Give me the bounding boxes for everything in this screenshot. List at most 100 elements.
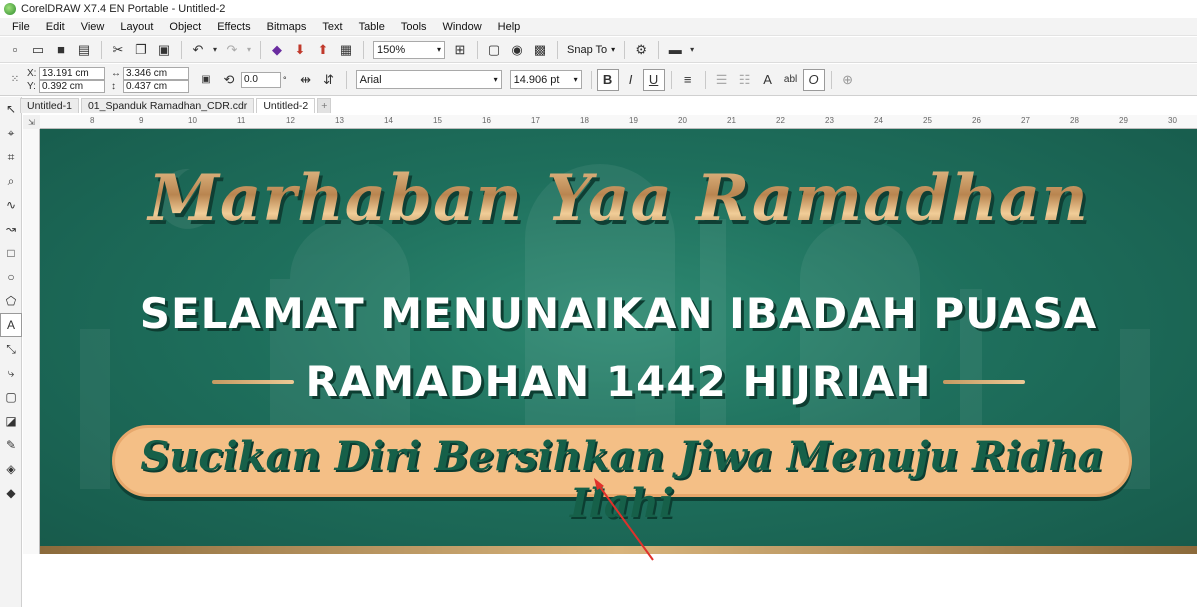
save-icon[interactable]: ■ — [50, 39, 72, 61]
drop-cap-icon[interactable]: ☷ — [734, 69, 756, 91]
drawing-canvas[interactable]: Marhaban Yaa Ramadhan Marhaban Yaa Ramad… — [40, 129, 1197, 554]
zoom-fit-icon[interactable]: ⊞ — [449, 39, 471, 61]
font-family-select[interactable]: Arial ▾ — [355, 70, 502, 89]
tab-spanduk-ramadhan[interactable]: 01_Spanduk Ramadhan_CDR.cdr — [80, 98, 255, 113]
menu-tools[interactable]: Tools — [393, 21, 435, 33]
banner-year-line[interactable]: RAMADHAN 1442 HIJRIAH — [306, 357, 932, 406]
snap-to-label: Snap To — [567, 43, 608, 56]
rectangle-tool-icon[interactable]: □ — [0, 241, 22, 265]
menu-effects[interactable]: Effects — [209, 21, 258, 33]
redo-icon[interactable]: ↷ — [221, 39, 243, 61]
ellipse-tool-icon[interactable]: ○ — [0, 265, 22, 289]
transparency-icon[interactable]: ◪ — [0, 409, 22, 433]
undo-icon[interactable]: ↶ — [187, 39, 209, 61]
publish-icon[interactable]: ▦ — [335, 39, 357, 61]
cut-icon[interactable]: ✂ — [107, 39, 129, 61]
text-properties-icon[interactable]: A — [757, 69, 779, 91]
menu-bitmaps[interactable]: Bitmaps — [259, 21, 315, 33]
search-content-icon[interactable]: ◆ — [266, 39, 288, 61]
artistic-media-icon[interactable]: ↝ — [0, 217, 22, 241]
tab-untitled-1[interactable]: Untitled-1 — [20, 98, 79, 113]
copy-icon[interactable]: ❐ — [130, 39, 152, 61]
italic-icon[interactable]: I — [620, 69, 642, 91]
zoom-level-select[interactable]: 150% ▾ — [373, 40, 445, 59]
shape-tool-icon[interactable]: ⌖ — [0, 121, 22, 145]
menu-file[interactable]: File — [4, 21, 38, 33]
text-tool-icon[interactable]: A — [0, 313, 22, 337]
menu-text[interactable]: Text — [314, 21, 350, 33]
toolbar-divider — [477, 40, 478, 59]
bullet-list-icon[interactable]: ☰ — [711, 69, 733, 91]
new-icon[interactable]: ▫ — [4, 39, 26, 61]
left-gold-rule — [211, 379, 294, 384]
text-align-icon[interactable]: ≡ — [677, 69, 699, 91]
ruler-tick-label: 8 — [90, 116, 95, 125]
banner-greeting-line[interactable]: SELAMAT MENUNAIKAN IBADAH PUASA — [40, 289, 1197, 338]
ruler-tick-label: 13 — [335, 116, 344, 125]
tab-untitled-2[interactable]: Untitled-2 — [256, 98, 316, 113]
vertical-ruler[interactable] — [23, 129, 40, 554]
y-label: Y: — [27, 80, 36, 92]
polygon-tool-icon[interactable]: ⬠ — [0, 289, 22, 313]
object-origin-icon[interactable]: ⁙ — [4, 69, 26, 91]
window-title: CorelDRAW X7.4 EN Portable - Untitled-2 — [21, 3, 226, 15]
toolbar-divider — [590, 70, 592, 89]
options-icon[interactable]: ⚙ — [630, 39, 652, 61]
open-icon[interactable]: ▭ — [27, 39, 49, 61]
ruler-tick-label: 14 — [384, 116, 393, 125]
mirror-horizontal-icon[interactable]: ⇹ — [295, 69, 317, 91]
menu-view[interactable]: View — [73, 21, 113, 33]
full-screen-icon[interactable]: ▢ — [483, 39, 505, 61]
width-input[interactable]: 3.346 cm — [123, 66, 189, 80]
x-position-input[interactable]: 13.191 cm — [39, 66, 105, 80]
eyedropper-icon[interactable]: ✎ — [0, 433, 22, 457]
title-bar: CorelDRAW X7.4 EN Portable - Untitled-2 — [0, 0, 1197, 18]
add-tab-icon[interactable]: + — [317, 98, 332, 113]
drop-shadow-icon[interactable]: ▢ — [0, 385, 22, 409]
menu-help[interactable]: Help — [490, 21, 529, 33]
lock-ratio-icon[interactable]: ▣ — [195, 69, 217, 91]
parallel-dimension-icon[interactable]: ⤡ — [0, 337, 22, 361]
export-icon[interactable]: ⬆ — [312, 39, 334, 61]
menu-object[interactable]: Object — [161, 21, 209, 33]
toolbar-divider — [260, 40, 261, 59]
banner-headline[interactable]: Marhaban Yaa Ramadhan — [40, 161, 1197, 236]
rulers-icon[interactable]: ◉ — [506, 39, 528, 61]
bold-icon[interactable]: B — [596, 68, 619, 91]
interactive-fill-icon[interactable]: ◈ — [0, 457, 22, 481]
smart-fill-icon[interactable]: ◆ — [0, 481, 22, 505]
print-icon[interactable]: ▤ — [73, 39, 95, 61]
ruler-origin-icon[interactable]: ⇲ — [23, 115, 40, 129]
redo-dropdown-icon[interactable]: ▾ — [244, 39, 254, 61]
mirror-vertical-icon[interactable]: ⇵ — [318, 69, 340, 91]
ruler-tick-label: 26 — [972, 116, 981, 125]
undo-dropdown-icon[interactable]: ▾ — [210, 39, 220, 61]
rotation-angle-input[interactable]: 0.0 — [241, 71, 281, 88]
menu-layout[interactable]: Layout — [112, 21, 161, 33]
horizontal-ruler[interactable]: 8 9 10 11 12 13 14 15 16 17 18 19 20 21 22 23 24 25 26 27 28… — [40, 115, 1197, 129]
banner-tagline[interactable]: Sucikan Diri Bersihkan Jiwa Menuju Ridha… — [112, 433, 1132, 527]
connector-tool-icon[interactable]: ⤷ — [0, 361, 22, 385]
launch-dropdown-icon[interactable]: ▾ — [687, 39, 697, 61]
pick-tool-icon[interactable]: ↖ — [0, 97, 22, 121]
edit-text-icon[interactable]: abl — [780, 69, 802, 91]
snap-to-dropdown[interactable]: Snap To ▾ — [563, 44, 619, 56]
menu-table[interactable]: Table — [351, 21, 393, 33]
menu-window[interactable]: Window — [435, 21, 490, 33]
ruler-tick-label: 29 — [1119, 116, 1128, 125]
font-size-select[interactable]: 14.906 pt ▾ — [509, 70, 582, 89]
freehand-tool-icon[interactable]: ∿ — [0, 193, 22, 217]
grid-icon[interactable]: ▩ — [529, 39, 551, 61]
y-position-input[interactable]: 0.392 cm — [39, 79, 105, 93]
menu-edit[interactable]: Edit — [38, 21, 73, 33]
paste-icon[interactable]: ▣ — [153, 39, 175, 61]
add-icon[interactable]: ⊕ — [837, 69, 859, 91]
toolbar-divider — [181, 40, 182, 59]
height-input[interactable]: 0.437 cm — [123, 79, 189, 93]
import-icon[interactable]: ⬇ — [289, 39, 311, 61]
launch-icon[interactable]: ▬ — [664, 39, 686, 61]
crop-tool-icon[interactable]: ⌗ — [0, 145, 22, 169]
zoom-tool-icon[interactable]: ⌕ — [0, 169, 22, 193]
underline-icon[interactable]: U — [642, 68, 665, 91]
opentype-icon[interactable]: O — [802, 68, 825, 91]
